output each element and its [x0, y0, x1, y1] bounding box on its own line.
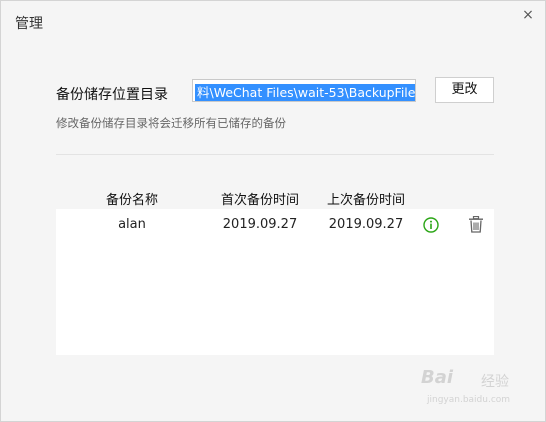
change-location-button[interactable]: 更改	[435, 77, 494, 103]
baidu-watermark: Bai 经验 jingyan.baidu.com	[421, 365, 533, 411]
table-row[interactable]: alan 2019.09.27 2019.09.27	[56, 209, 494, 241]
dialog-title: 管理	[15, 16, 43, 32]
trash-icon[interactable]	[468, 216, 484, 233]
backup-path-value: 料\WeChat Files\wait-53\BackupFiles\	[195, 84, 415, 101]
column-header-name: 备份名称	[105, 193, 158, 208]
divider	[56, 154, 494, 155]
backup-location-hint: 修改备份储存目录将会迁移所有已储存的备份	[56, 116, 286, 130]
backup-table-header: 备份名称 首次备份时间 上次备份时间	[1, 189, 546, 208]
column-header-first-backup: 首次备份时间	[220, 193, 299, 208]
watermark-brand: Bai	[421, 367, 454, 388]
backup-location-label: 备份储存位置目录	[56, 87, 168, 103]
last-backup-time-cell: 2019.09.27	[328, 217, 404, 232]
backup-table: alan 2019.09.27 2019.09.27	[56, 209, 494, 355]
close-icon[interactable]: ×	[519, 6, 537, 24]
info-icon[interactable]	[423, 217, 439, 233]
backup-path-input[interactable]: 料\WeChat Files\wait-53\BackupFiles\	[192, 79, 416, 102]
first-backup-time-cell: 2019.09.27	[222, 217, 298, 232]
watermark-url: jingyan.baidu.com	[427, 395, 511, 405]
backup-name-cell: alan	[118, 217, 146, 232]
column-header-last-backup: 上次备份时间	[326, 193, 405, 208]
manage-dialog: 管理 × 备份储存位置目录 料\WeChat Files\wait-53\Bac…	[0, 0, 546, 422]
watermark-cn: 经验	[481, 374, 509, 390]
